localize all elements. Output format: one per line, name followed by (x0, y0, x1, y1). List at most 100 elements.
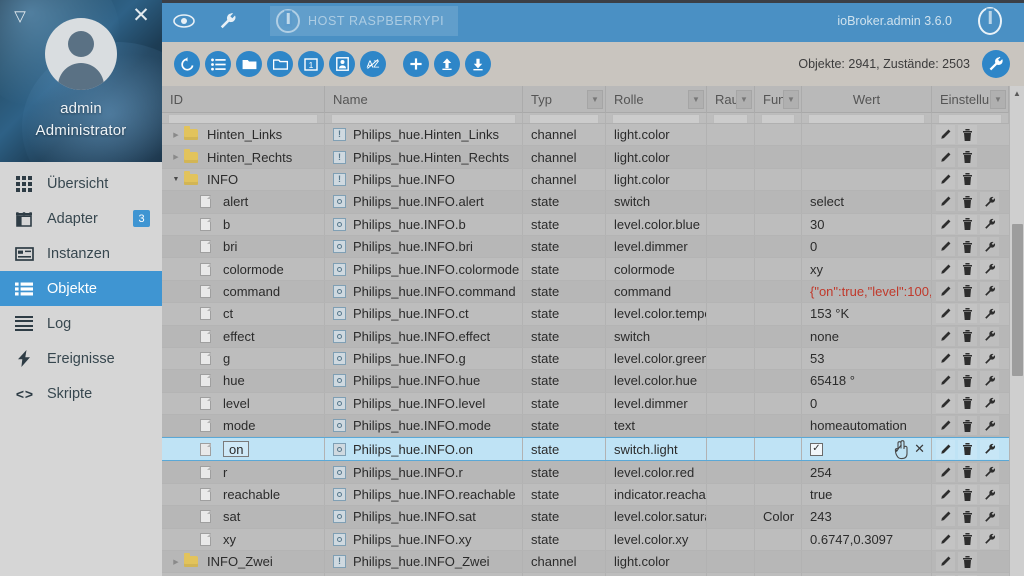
settings-wrench-icon[interactable] (980, 439, 999, 459)
delete-icon[interactable] (958, 214, 977, 234)
filter-input-wert[interactable] (802, 113, 932, 123)
cell-name[interactable]: Philips_hue.INFO.effect (325, 325, 523, 347)
cell-raum[interactable] (707, 461, 755, 483)
chevron-down-icon[interactable]: ▼ (736, 90, 752, 109)
cell-wert[interactable]: 243 (802, 506, 932, 528)
cell-wert[interactable]: homeautomation (802, 415, 932, 437)
cell-rolle[interactable]: command (606, 280, 707, 303)
wrench-icon[interactable] (206, 0, 250, 42)
cell-funktion[interactable] (755, 191, 802, 213)
cell-wert[interactable]: 0 (802, 392, 932, 415)
settings-wrench-icon[interactable] (980, 304, 999, 324)
cell-rolle[interactable]: level.color.hue (606, 370, 707, 392)
delete-icon[interactable] (958, 485, 977, 505)
settings-wrench-icon[interactable] (980, 416, 999, 436)
settings-wrench-icon[interactable] (980, 237, 999, 257)
cell-name[interactable]: Philips_hue.INFO.xy (325, 528, 523, 551)
delete-icon[interactable] (958, 326, 977, 346)
sort-az-button[interactable]: AZ (360, 51, 386, 77)
edit-icon[interactable] (936, 304, 955, 324)
cell-funktion[interactable] (755, 415, 802, 437)
filter-input-funk[interactable] (755, 113, 802, 123)
objects-card-button[interactable] (329, 51, 355, 77)
cancel-value-button[interactable]: ✕ (914, 441, 925, 457)
delete-icon[interactable] (958, 529, 977, 549)
cell-name[interactable]: Philips_hue.INFO.mode (325, 415, 523, 437)
cell-typ[interactable]: state (523, 392, 606, 415)
edit-icon[interactable] (936, 169, 955, 189)
cell-id[interactable]: on (162, 438, 325, 461)
edit-icon[interactable] (936, 281, 955, 301)
cell-wert[interactable] (802, 168, 932, 191)
cell-rolle[interactable]: indicator.reachabl (606, 483, 707, 506)
cell-raum[interactable] (707, 551, 755, 573)
filter-field[interactable] (612, 114, 700, 123)
cell-id[interactable]: r (162, 461, 325, 483)
cell-funktion[interactable]: Color (755, 506, 802, 528)
folder-open-button[interactable] (236, 51, 262, 77)
filter-input-typ[interactable] (523, 113, 606, 123)
cell-typ[interactable]: state (523, 235, 606, 258)
table-row[interactable]: sat Philips_hue.INFO.sat state level.color.… (162, 506, 1024, 529)
cell-id[interactable]: ct (162, 303, 325, 325)
cell-id[interactable]: reachable (162, 483, 325, 506)
settings-wrench-icon[interactable] (980, 371, 999, 391)
cell-raum[interactable] (707, 124, 755, 146)
collapse-arrow-icon[interactable]: ▼ (168, 176, 184, 183)
cell-rolle[interactable]: level.color.temper (606, 303, 707, 325)
edit-icon[interactable] (936, 192, 955, 212)
edit-icon[interactable] (936, 393, 955, 413)
edit-icon[interactable] (936, 147, 955, 167)
sidebar-item-log[interactable]: Log (0, 306, 162, 341)
cell-rolle[interactable]: colormode (606, 258, 707, 280)
sidebar-item-adapter[interactable]: Adapter 3 (0, 201, 162, 236)
delete-icon[interactable] (958, 147, 977, 167)
cell-typ[interactable]: channel (523, 551, 606, 573)
delete-icon[interactable] (958, 169, 977, 189)
expand-arrow-icon[interactable]: ▶ (168, 558, 184, 566)
edit-icon[interactable] (936, 485, 955, 505)
table-row[interactable]: mode Philips_hue.INFO.mode state text homeau… (162, 415, 1024, 438)
cell-funktion[interactable] (755, 280, 802, 303)
cell-raum[interactable] (707, 528, 755, 551)
delete-icon[interactable] (958, 237, 977, 257)
eye-icon[interactable] (162, 0, 206, 42)
cell-funktion[interactable] (755, 347, 802, 370)
cell-funktion[interactable] (755, 551, 802, 573)
cell-id[interactable]: ▶ Hinten_Rechts (162, 146, 325, 168)
filter-input-id[interactable] (162, 113, 325, 123)
column-header-wert[interactable]: Wert (802, 86, 932, 113)
cell-typ[interactable]: state (523, 483, 606, 506)
cell-raum[interactable] (707, 370, 755, 392)
cell-rolle[interactable]: light.color (606, 551, 707, 573)
sidebar-item--bersicht[interactable]: Übersicht (0, 166, 162, 201)
cell-funktion[interactable] (755, 146, 802, 168)
edit-icon[interactable] (936, 349, 955, 369)
cell-id[interactable]: ▼ INFO (162, 168, 325, 191)
cell-name[interactable]: Philips_hue.INFO.level (325, 392, 523, 415)
cell-id[interactable]: ▶ INFO_Zwei (162, 551, 325, 573)
cell-typ[interactable]: channel (523, 146, 606, 168)
delete-icon[interactable] (958, 192, 977, 212)
confirm-value-button[interactable]: ✓ (893, 441, 904, 457)
table-row[interactable]: colormode Philips_hue.INFO.colormode state… (162, 258, 1024, 281)
cell-name[interactable]: Philips_hue.INFO.g (325, 347, 523, 370)
cell-funktion[interactable] (755, 235, 802, 258)
column-header-funk[interactable]: Fun ▼ (755, 86, 802, 113)
table-row[interactable]: ▼ INFO! Philips_hue.INFO channel light.color (162, 168, 1024, 192)
cell-wert[interactable]: {"on":true,"level":100,"r": (802, 280, 932, 303)
cell-rolle[interactable]: switch.light (606, 438, 707, 461)
delete-icon[interactable] (958, 259, 977, 279)
cell-funktion[interactable] (755, 392, 802, 415)
cell-raum[interactable] (707, 325, 755, 347)
cell-name[interactable]: Philips_hue.INFO.colormode (325, 258, 523, 280)
cell-id[interactable]: command (162, 280, 325, 303)
settings-wrench-icon[interactable] (980, 214, 999, 234)
cell-raum[interactable] (707, 258, 755, 280)
delete-icon[interactable] (958, 125, 977, 145)
cell-funktion[interactable] (755, 483, 802, 506)
cell-name[interactable]: Philips_hue.INFO.command (325, 280, 523, 303)
cell-rolle[interactable]: level.color.saturati (606, 506, 707, 528)
cell-id[interactable]: mode (162, 415, 325, 437)
level-one-button[interactable]: 1 (298, 51, 324, 77)
